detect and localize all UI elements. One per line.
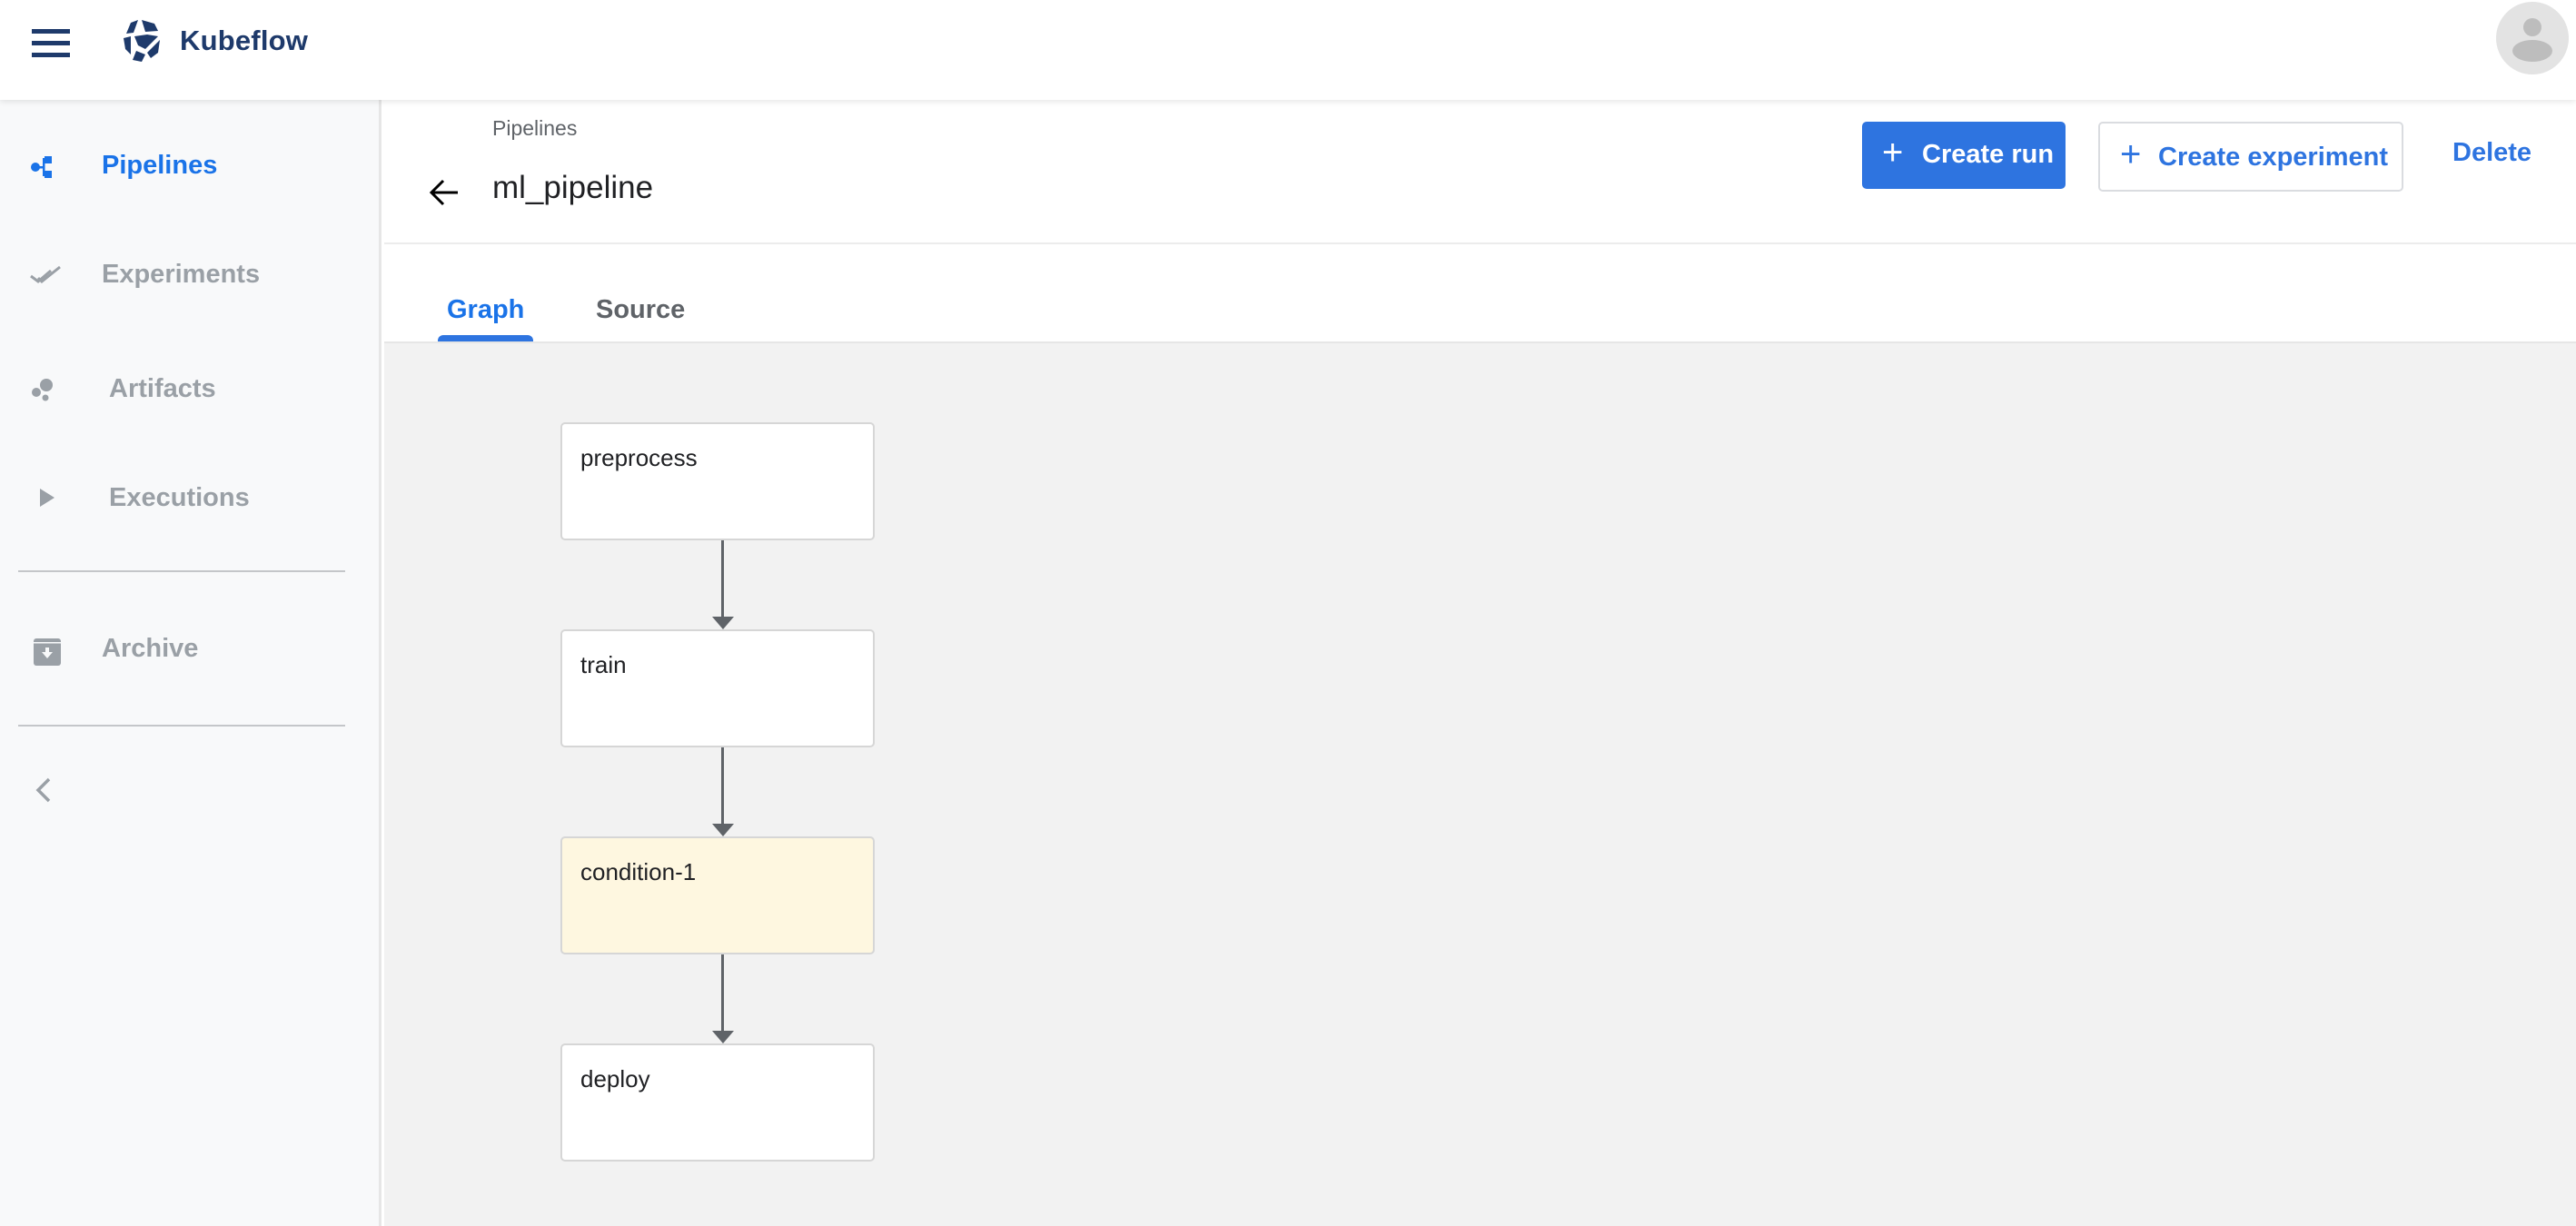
account-avatar-icon[interactable]: [2496, 2, 2569, 74]
sidebar-item-experiments[interactable]: Experiments: [0, 234, 381, 316]
create-experiment-label: Create experiment: [2158, 143, 2389, 172]
hamburger-menu-icon[interactable]: [25, 24, 76, 74]
arrow-down-icon: [712, 824, 734, 836]
graph-edge-line: [721, 540, 724, 618]
sidebar-item-label: Archive: [102, 634, 199, 663]
sidebar-divider: [18, 570, 345, 572]
node-label: preprocess: [580, 444, 698, 471]
graph-edge: [721, 747, 724, 826]
chevron-left-icon[interactable]: [27, 772, 64, 808]
pipeline-graph-canvas[interactable]: preprocess train condition-1 deploy: [384, 341, 2576, 1226]
bubbles-icon: [32, 379, 53, 401]
node-label: deploy: [580, 1065, 650, 1093]
graph-node-deploy[interactable]: deploy: [560, 1043, 875, 1162]
sidebar-divider: [18, 725, 345, 727]
archive-icon: [34, 638, 61, 666]
tab-graph[interactable]: Graph: [447, 295, 524, 325]
plus-icon: +: [1882, 133, 1904, 173]
sidebar-item-pipelines[interactable]: Pipelines: [0, 125, 381, 207]
create-experiment-button[interactable]: + Create experiment: [2098, 122, 2403, 192]
brand-name: Kubeflow: [180, 25, 309, 56]
play-icon: [40, 489, 54, 507]
top-app-bar: Kubeflow: [0, 0, 2576, 100]
sidebar: Pipelines Experiments Artifacts Executio…: [0, 100, 381, 1226]
sidebar-item-label: Artifacts: [109, 374, 216, 403]
graph-edge: [721, 954, 724, 1033]
header-divider: [384, 242, 2576, 244]
node-label: train: [580, 651, 627, 678]
breadcrumb[interactable]: Pipelines: [492, 116, 577, 141]
sidebar-item-artifacts[interactable]: Artifacts: [0, 349, 381, 430]
graph-node-preprocess[interactable]: preprocess: [560, 422, 875, 540]
plus-icon: +: [2120, 134, 2142, 174]
create-run-label: Create run: [1922, 140, 2055, 169]
pipelines-icon: [31, 156, 52, 178]
graph-node-train[interactable]: train: [560, 629, 875, 747]
double-check-icon: [30, 265, 61, 284]
arrow-back-icon[interactable]: [427, 174, 463, 211]
graph-node-condition-1[interactable]: condition-1: [560, 836, 875, 954]
sidebar-item-executions[interactable]: Executions: [0, 458, 381, 539]
node-label: condition-1: [580, 858, 697, 885]
page-title: ml_pipeline: [492, 170, 654, 205]
kubeflow-logo-icon: [124, 20, 160, 62]
arrow-down-icon: [712, 617, 734, 629]
active-tab-indicator: [438, 335, 533, 341]
delete-button[interactable]: Delete: [2452, 138, 2531, 168]
sidebar-item-archive[interactable]: Archive: [0, 608, 381, 690]
sidebar-item-label: Experiments: [102, 260, 261, 289]
create-run-button[interactable]: + Create run: [1862, 122, 2066, 189]
sidebar-item-label: Executions: [109, 483, 250, 512]
arrow-down-icon: [712, 1031, 734, 1043]
tab-source[interactable]: Source: [596, 295, 685, 325]
sidebar-item-label: Pipelines: [102, 151, 218, 180]
